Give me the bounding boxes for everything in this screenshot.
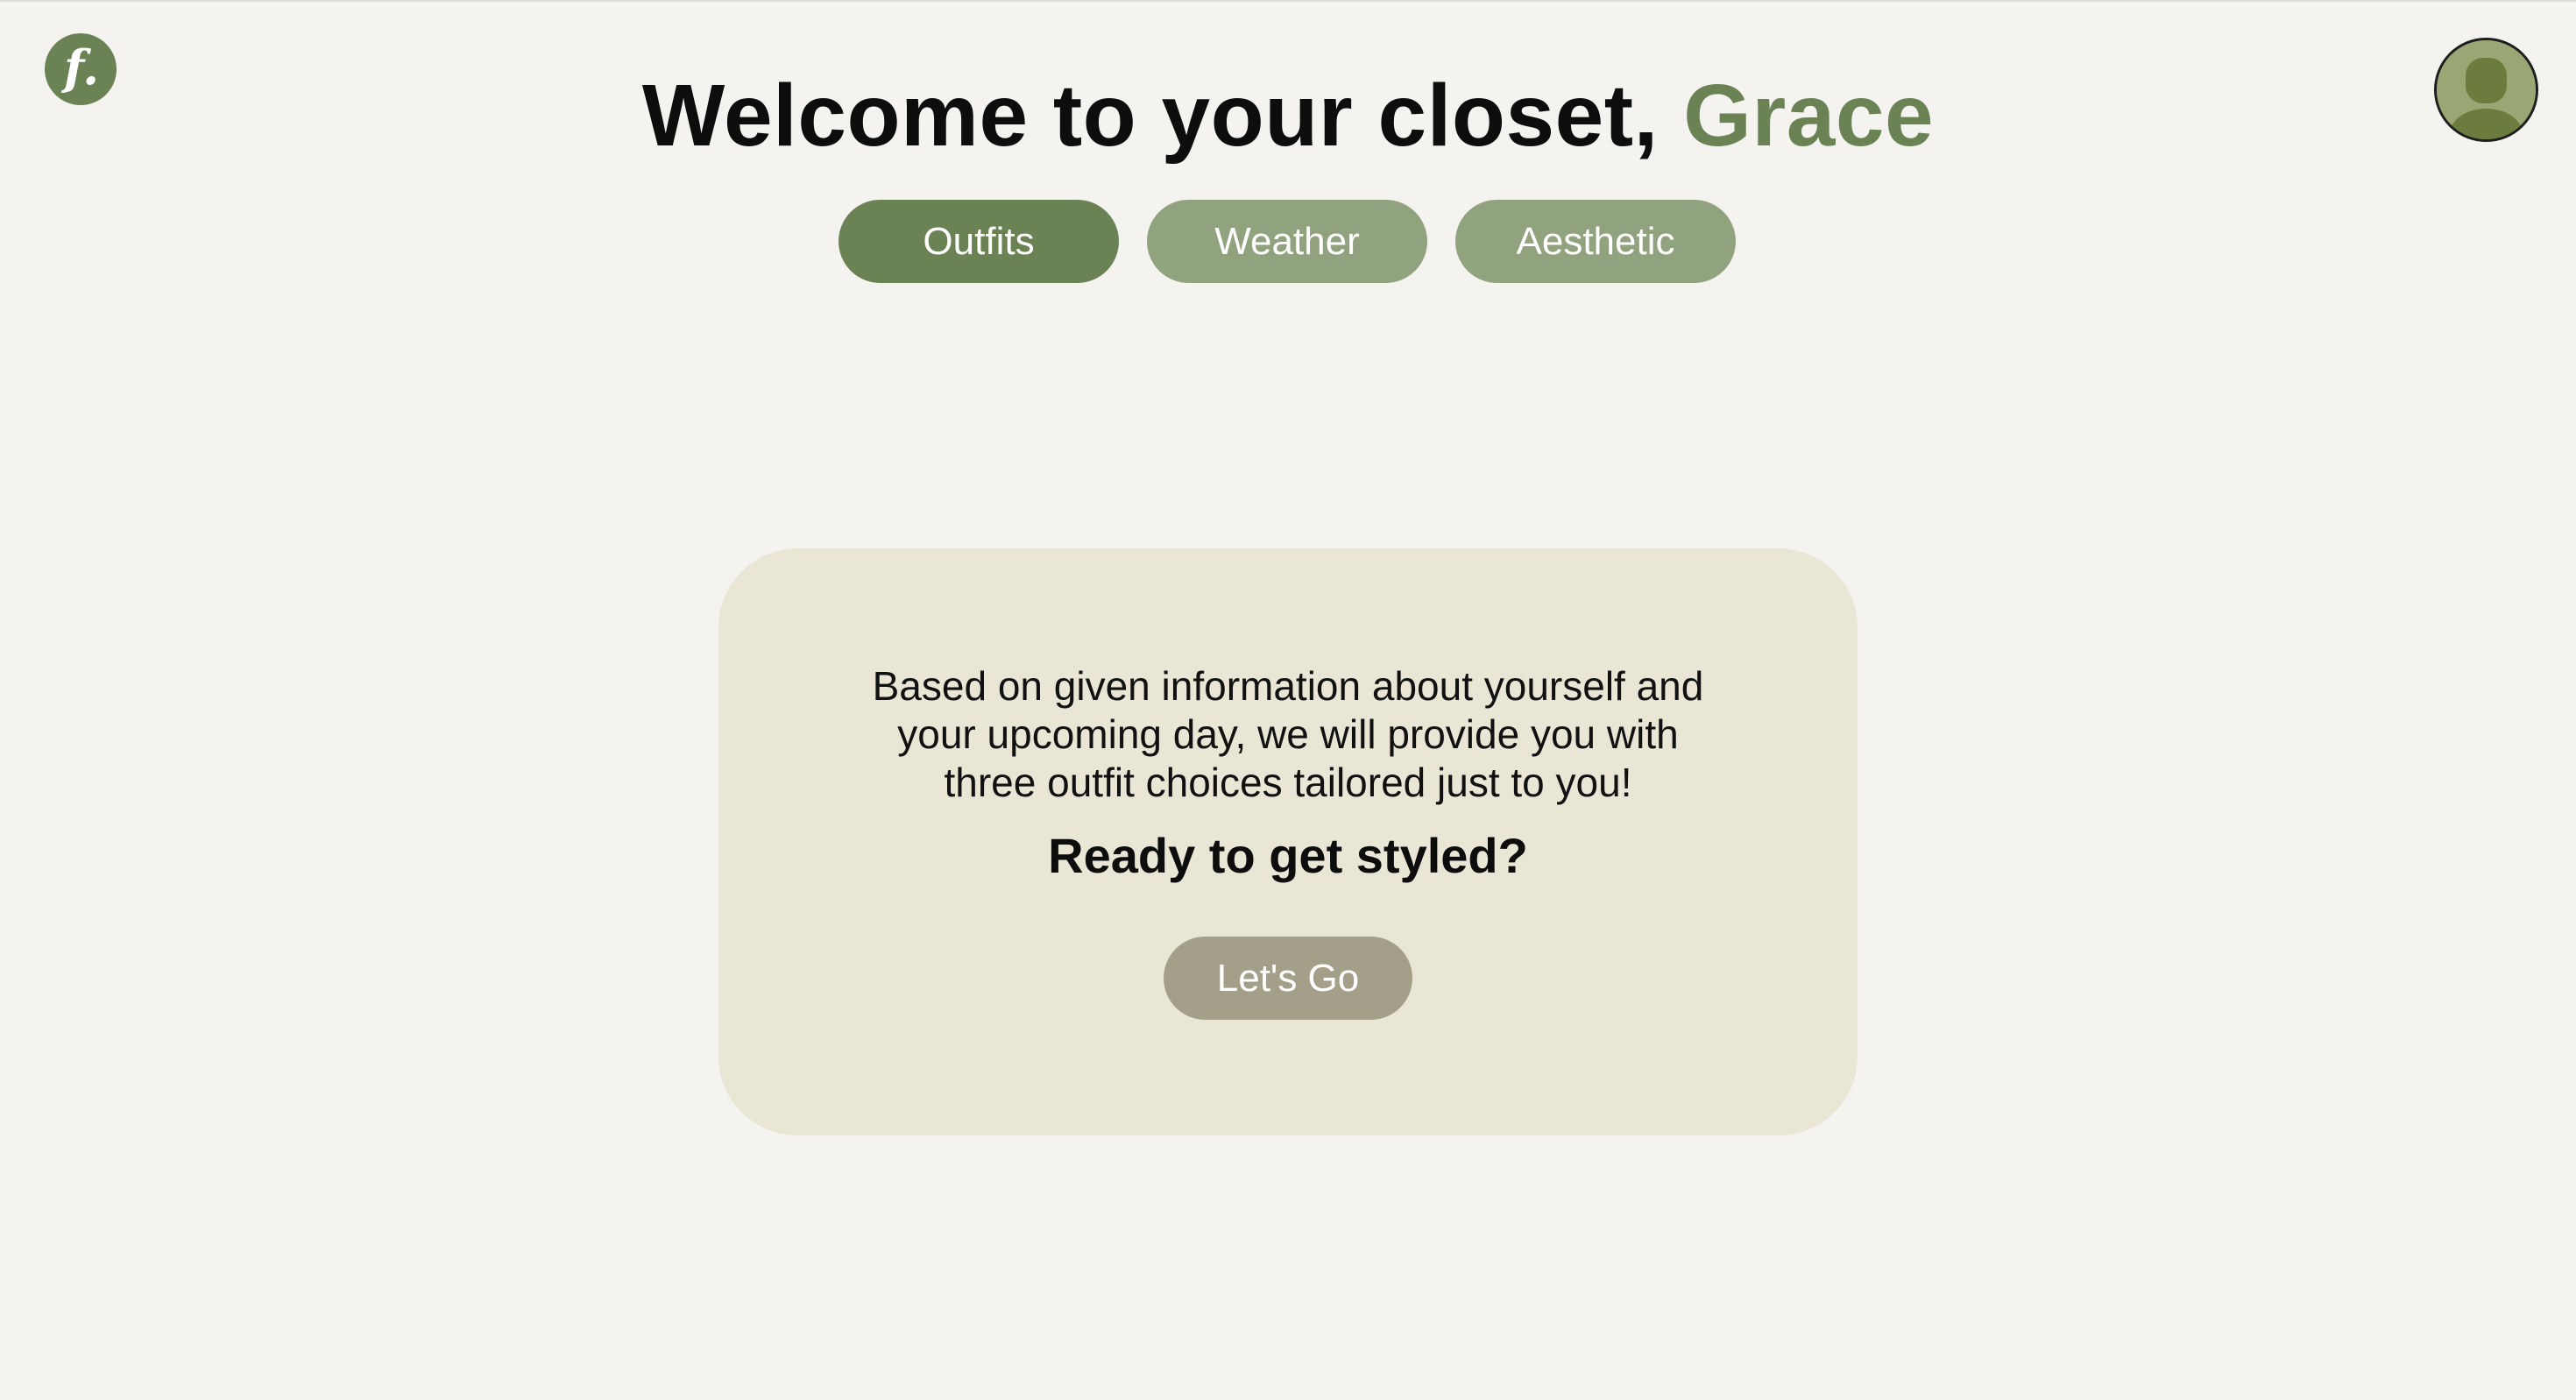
- main-tabs: Outfits Weather Aesthetic: [839, 200, 1736, 283]
- lets-go-button[interactable]: Let's Go: [1164, 937, 1412, 1020]
- tab-outfits[interactable]: Outfits: [839, 200, 1119, 283]
- card-description-line: Based on given information about yoursel…: [872, 663, 1704, 709]
- user-name: Grace: [1683, 67, 1935, 165]
- welcome-text: Welcome to your closet,: [641, 67, 1659, 165]
- tab-aesthetic[interactable]: Aesthetic: [1455, 200, 1736, 283]
- card-question: Ready to get styled?: [1048, 828, 1528, 883]
- user-avatar[interactable]: [2434, 38, 2538, 142]
- card-description-line: three outfit choices tailored just to yo…: [944, 760, 1632, 805]
- card-description-line: your upcoming day, we will provide you w…: [897, 711, 1679, 757]
- page-title: Welcome to your closet, Grace: [0, 63, 2576, 168]
- card-description: Based on given information about yoursel…: [718, 662, 1858, 807]
- get-styled-card: Based on given information about yoursel…: [718, 548, 1858, 1135]
- tab-weather[interactable]: Weather: [1147, 200, 1427, 283]
- user-avatar-icon: [2437, 40, 2536, 139]
